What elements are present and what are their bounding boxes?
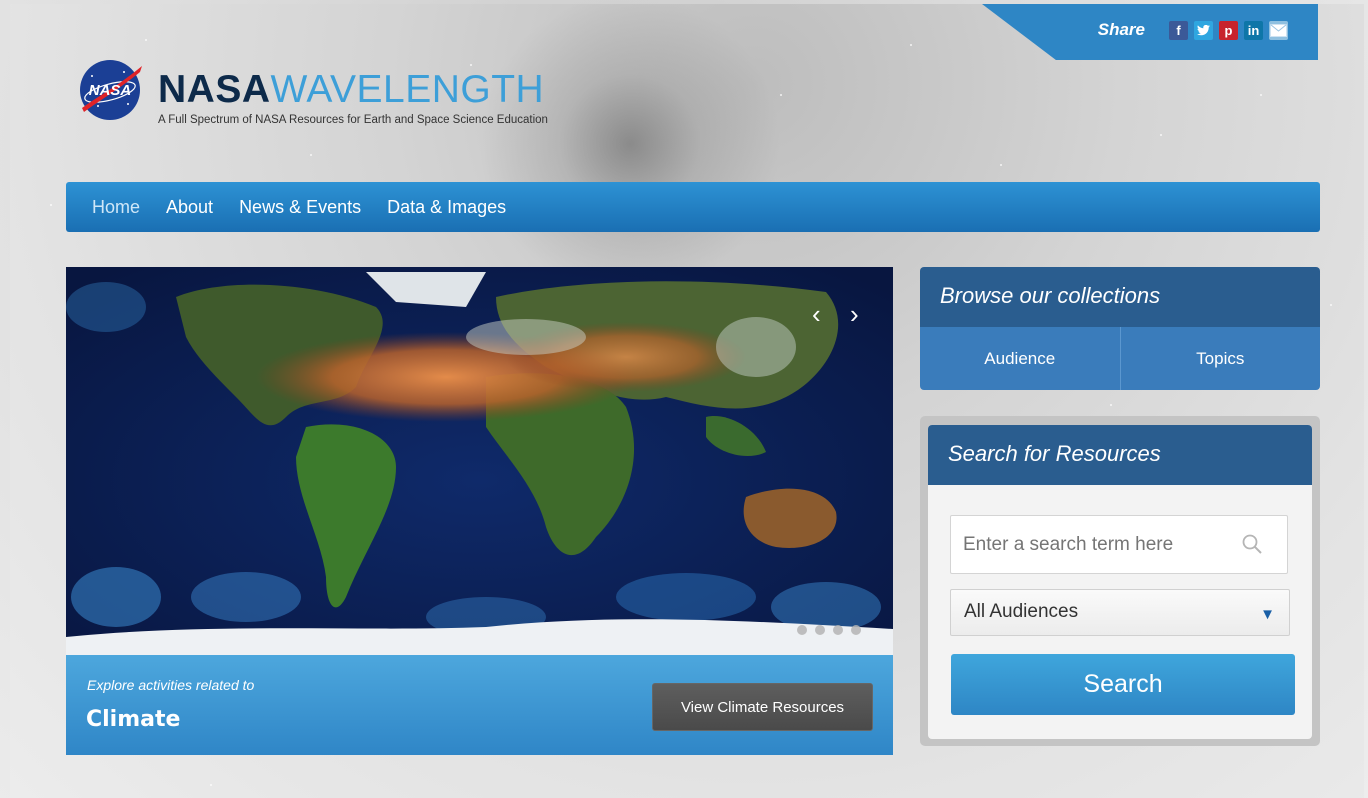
carousel-prev-arrow[interactable]: ‹: [812, 299, 821, 330]
main-nav: Home About News & Events Data & Images: [66, 182, 1320, 232]
earth-aerosol-map-image: [66, 267, 893, 655]
view-climate-resources-button[interactable]: View Climate Resources: [652, 683, 873, 731]
site-logo[interactable]: NASA NASAWAVELENGTH A Full Spectrum of N…: [78, 58, 548, 126]
site-title-light: WAVELENGTH: [270, 68, 545, 111]
audience-select-value: All Audiences: [964, 601, 1079, 622]
audience-select[interactable]: All Audiences ▼: [950, 589, 1290, 636]
carousel-dot[interactable]: [851, 625, 861, 635]
hero-title: Climate: [86, 707, 181, 732]
browse-audience-link[interactable]: Audience: [920, 327, 1120, 390]
hero-caption: Explore activities related to Climate Vi…: [66, 655, 893, 755]
carousel-dot[interactable]: [797, 625, 807, 635]
browse-topics-link[interactable]: Topics: [1119, 327, 1321, 390]
carousel-dot[interactable]: [815, 625, 825, 635]
browse-title: Browse our collections: [920, 267, 1320, 327]
search-input[interactable]: [950, 515, 1288, 574]
chevron-down-icon: ▼: [1260, 606, 1275, 623]
search-button[interactable]: Search: [951, 654, 1295, 715]
hero-subtitle: Explore activities related to: [87, 677, 255, 693]
search-title: Search for Resources: [928, 425, 1312, 485]
meatball-text: NASA: [89, 82, 132, 99]
twitter-icon[interactable]: [1194, 20, 1213, 40]
email-icon[interactable]: [1269, 20, 1288, 40]
search-panel: Search for Resources All Audiences ▼ Sea…: [920, 416, 1320, 746]
nav-item-home[interactable]: Home: [92, 197, 140, 218]
linkedin-icon[interactable]: in: [1244, 20, 1263, 40]
search-icon[interactable]: [1241, 533, 1263, 555]
site-title-bold: NASA: [158, 68, 271, 111]
site-tagline: A Full Spectrum of NASA Resources for Ea…: [158, 114, 548, 126]
site-title: NASAWAVELENGTH: [158, 70, 548, 110]
pinterest-icon[interactable]: p: [1219, 20, 1238, 40]
hero-carousel: ‹ › Explore activities related to Climat…: [66, 267, 893, 755]
nasa-meatball-logo: NASA: [78, 58, 142, 122]
share-label: Share: [1097, 20, 1145, 39]
nav-item-about[interactable]: About: [166, 197, 213, 218]
carousel-dot[interactable]: [833, 625, 843, 635]
carousel-dots: [797, 625, 861, 635]
browse-collections-panel: Browse our collections Audience Topics: [920, 267, 1320, 390]
facebook-icon[interactable]: f: [1169, 20, 1188, 40]
nav-item-data-images[interactable]: Data & Images: [387, 197, 506, 218]
carousel-next-arrow[interactable]: ›: [850, 299, 859, 330]
nav-item-news-events[interactable]: News & Events: [239, 197, 361, 218]
